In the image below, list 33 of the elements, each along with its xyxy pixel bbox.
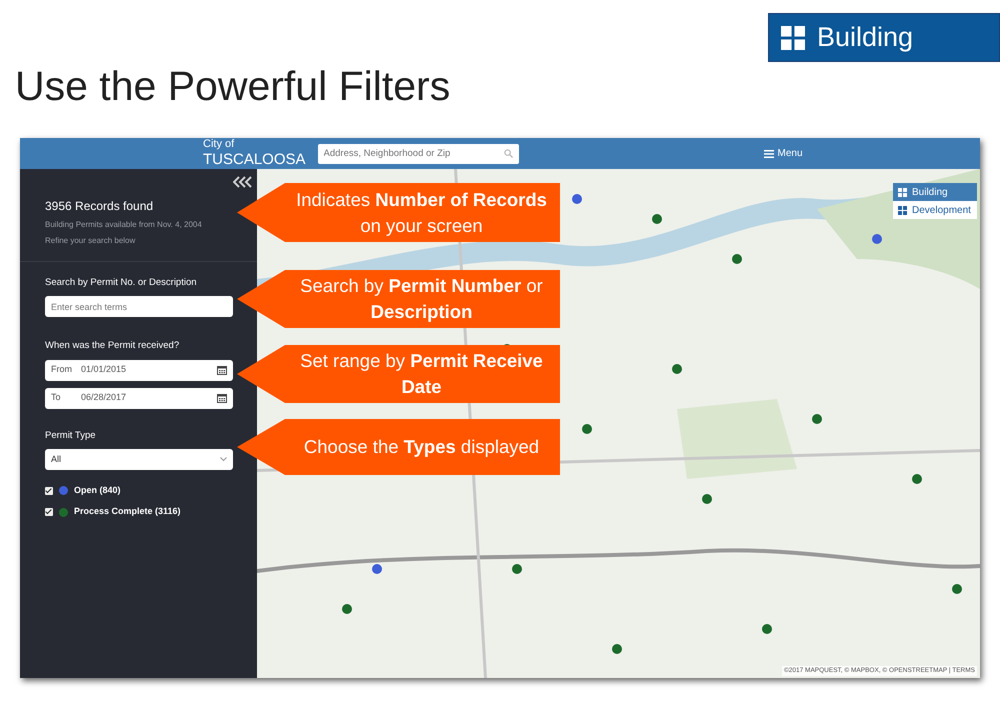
menu-icon[interactable]	[764, 150, 774, 158]
status-label: Open (840)	[74, 484, 121, 497]
caret-icon[interactable]	[220, 456, 227, 462]
field-label: When was the Permit received?	[45, 339, 180, 354]
checkbox[interactable]	[45, 486, 53, 494]
callout: Indicates Number of Records on your screen	[237, 183, 560, 242]
field-label: Permit Type	[45, 428, 97, 442]
collapse-icon[interactable]	[233, 176, 253, 188]
logo-text: City of	[203, 138, 236, 151]
address-search-field[interactable]: Address, Neighborhood or Zip	[318, 144, 519, 164]
availability-note: Building Permits available from Nov. 4, 2004	[45, 219, 203, 231]
grid-icon	[781, 26, 805, 50]
search-field[interactable]: Enter search terms	[45, 296, 233, 318]
callout: Set range by Permit Receive Date	[237, 345, 560, 403]
badge-label: Building	[817, 21, 914, 54]
status-label: Process Complete (3116)	[74, 505, 181, 518]
date-field[interactable]: From 01/01/2015	[45, 360, 233, 380]
menu-button[interactable]: Menu	[764, 146, 803, 161]
records-count: 3956 Records found	[45, 198, 154, 215]
callout: Search by Permit Number or Description	[237, 270, 560, 328]
callout: Choose the Types displayed	[237, 419, 560, 475]
calendar-icon[interactable]	[217, 393, 227, 403]
date-field[interactable]: To 06/28/2017	[45, 388, 233, 408]
layer-toggle[interactable]: Building	[893, 183, 977, 201]
calendar-icon[interactable]	[217, 365, 227, 375]
slide-title: Use the Powerful Filters	[15, 62, 450, 111]
grid-icon	[898, 206, 907, 214]
logo-text: TUSCALOOSA	[203, 150, 306, 169]
field-label: Search by Permit No. or Description	[45, 276, 198, 290]
hint-text: Refine your search below	[45, 235, 136, 247]
checkbox[interactable]	[45, 508, 53, 516]
permit-type-select[interactable]: All	[45, 448, 233, 470]
grid-icon	[898, 188, 907, 196]
